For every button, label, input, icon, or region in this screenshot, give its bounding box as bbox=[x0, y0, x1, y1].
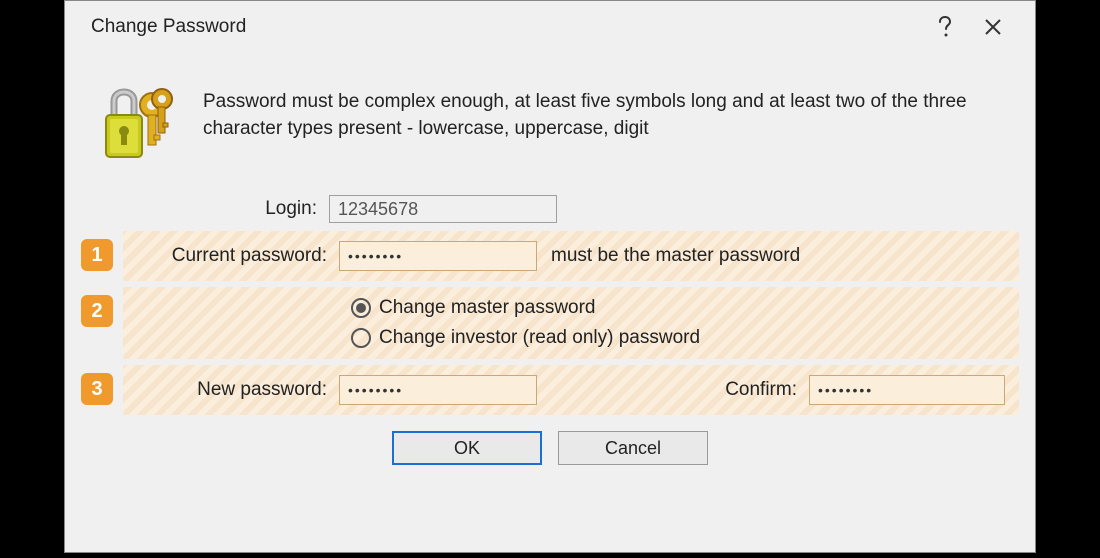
cancel-button[interactable]: Cancel bbox=[558, 431, 708, 465]
window-title: Change Password bbox=[91, 16, 921, 38]
current-password-hint: must be the master password bbox=[551, 245, 800, 267]
confirm-password-field[interactable] bbox=[809, 375, 1005, 405]
step-badge-1: 1 bbox=[81, 239, 113, 271]
radio-icon bbox=[351, 328, 371, 348]
step-badge-3: 3 bbox=[81, 373, 113, 405]
radio-icon bbox=[351, 298, 371, 318]
step-3-body: New password: Confirm: bbox=[123, 365, 1019, 415]
new-password-label: New password: bbox=[137, 379, 339, 401]
confirm-password-label: Confirm: bbox=[725, 379, 809, 401]
step-2-body: Change master password Change investor (… bbox=[123, 287, 1019, 359]
radio-investor[interactable]: Change investor (read only) password bbox=[351, 327, 700, 349]
ok-button[interactable]: OK bbox=[392, 431, 542, 465]
button-row: OK Cancel bbox=[65, 431, 1035, 465]
step-badge-2: 2 bbox=[81, 295, 113, 327]
login-field bbox=[329, 195, 557, 223]
current-password-label: Current password: bbox=[137, 245, 339, 267]
step-3: 3 New password: Confirm: bbox=[81, 365, 1019, 415]
lock-keys-icon bbox=[95, 79, 183, 165]
header: Password must be complex enough, at leas… bbox=[65, 53, 1035, 173]
step-1: 1 Current password: must be the master p… bbox=[81, 231, 1019, 281]
radio-investor-label: Change investor (read only) password bbox=[379, 327, 700, 349]
steps: 1 Current password: must be the master p… bbox=[81, 231, 1019, 415]
help-button[interactable] bbox=[921, 3, 969, 51]
close-icon bbox=[984, 18, 1002, 36]
password-requirements-text: Password must be complex enough, at leas… bbox=[203, 79, 1005, 142]
new-password-field[interactable] bbox=[339, 375, 537, 405]
help-icon bbox=[938, 16, 952, 38]
radio-master-label: Change master password bbox=[379, 297, 596, 319]
titlebar: Change Password bbox=[65, 1, 1035, 53]
step-2: 2 Change master password Change investor… bbox=[81, 287, 1019, 359]
step-1-body: Current password: must be the master pas… bbox=[123, 231, 1019, 281]
change-password-dialog: Change Password bbox=[64, 0, 1036, 553]
login-label: Login: bbox=[95, 198, 329, 220]
current-password-field[interactable] bbox=[339, 241, 537, 271]
radio-master[interactable]: Change master password bbox=[351, 297, 596, 319]
login-row: Login: bbox=[65, 195, 1035, 223]
close-button[interactable] bbox=[969, 3, 1017, 51]
